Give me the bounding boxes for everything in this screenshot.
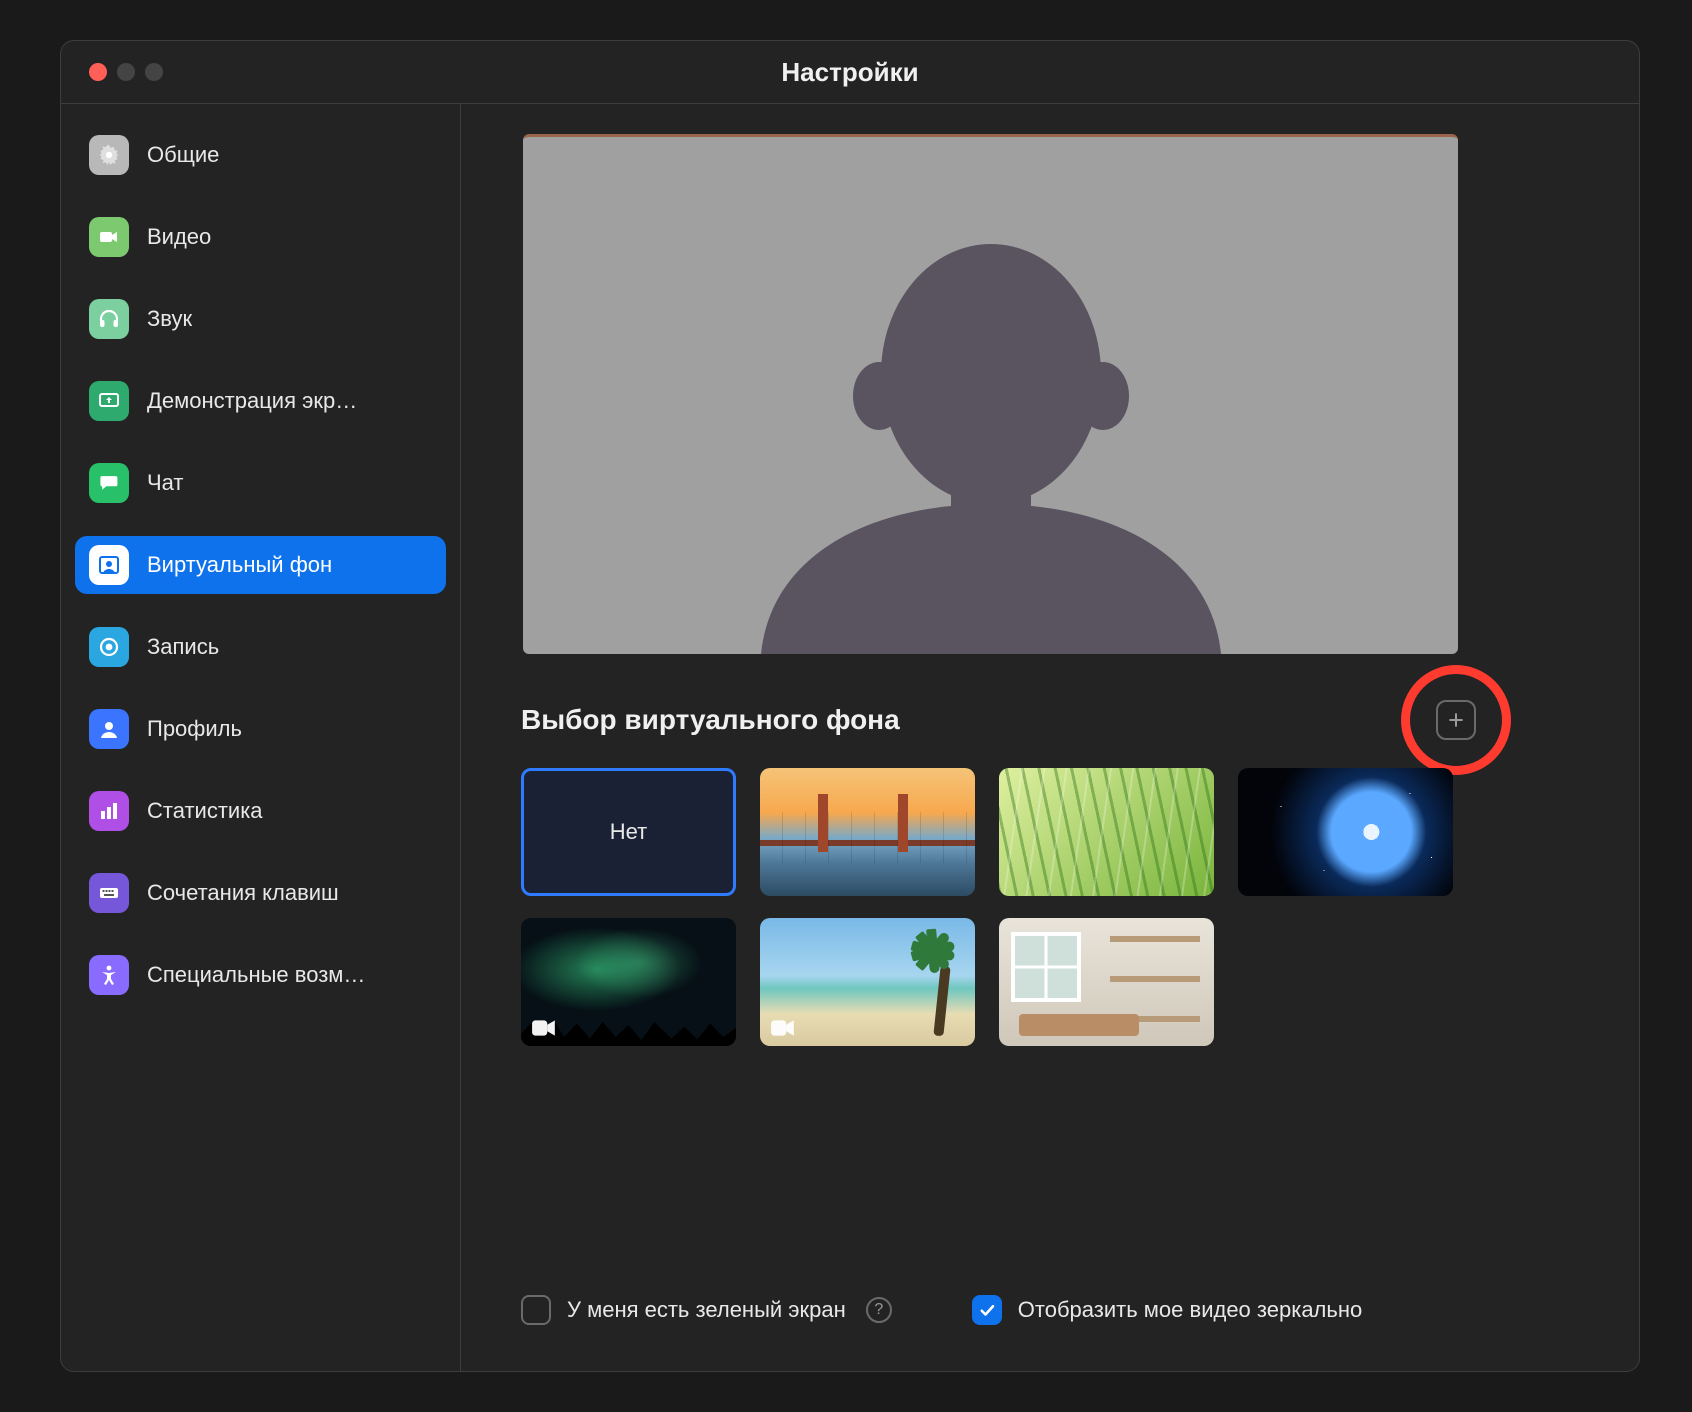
section-title: Выбор виртуального фона	[521, 704, 900, 736]
video-icon	[770, 1018, 796, 1038]
none-label: Нет	[610, 819, 647, 845]
sidebar-item-label: Виртуальный фон	[147, 552, 332, 578]
background-thumbnail	[760, 768, 975, 896]
sidebar-item-label: Звук	[147, 306, 192, 332]
gear-icon	[89, 135, 129, 175]
mirror-label: Отобразить мое видео зеркально	[1018, 1297, 1362, 1323]
settings-sidebar: Общие Видео Звук Демонстрация экр… Чат Виртуа…	[61, 104, 461, 1371]
screen-share-icon	[89, 381, 129, 421]
sidebar-item-accessibility[interactable]: Специальные возм…	[75, 946, 446, 1004]
background-option-earth[interactable]	[1238, 768, 1453, 896]
sidebar-item-label: Демонстрация экр…	[147, 388, 357, 414]
sidebar-item-label: Общие	[147, 142, 219, 168]
settings-content: Выбор виртуального фона Нет У меня есть …	[461, 104, 1639, 1371]
mirror-option[interactable]: Отобразить мое видео зеркально	[972, 1295, 1362, 1325]
settings-window: Настройки Общие Видео Звук Демонстрация экр…	[60, 40, 1640, 1372]
background-option-room[interactable]	[999, 918, 1214, 1046]
help-icon[interactable]: ?	[866, 1297, 892, 1323]
options-row: У меня есть зеленый экран ? Отобразить м…	[521, 1295, 1362, 1325]
virtual-bg-icon	[89, 545, 129, 585]
sidebar-item-label: Профиль	[147, 716, 242, 742]
window-zoom-button[interactable]	[145, 63, 163, 81]
video-icon	[89, 217, 129, 257]
plus-icon	[1446, 710, 1466, 730]
green-screen-label: У меня есть зеленый экран	[567, 1297, 846, 1323]
green-screen-checkbox[interactable]	[521, 1295, 551, 1325]
sidebar-item-recording[interactable]: Запись	[75, 618, 446, 676]
background-option-none[interactable]: Нет	[521, 768, 736, 896]
background-thumbnail	[999, 768, 1214, 896]
sidebar-item-vbg[interactable]: Виртуальный фон	[75, 536, 446, 594]
sidebar-item-label: Чат	[147, 470, 184, 496]
stats-icon	[89, 791, 129, 831]
sidebar-item-label: Сочетания клавиш	[147, 880, 339, 906]
profile-icon	[89, 709, 129, 749]
headphones-icon	[89, 299, 129, 339]
sidebar-item-label: Статистика	[147, 798, 263, 824]
sidebar-item-label: Запись	[147, 634, 219, 660]
background-option-grass[interactable]	[999, 768, 1214, 896]
titlebar: Настройки	[61, 41, 1639, 103]
sidebar-item-shortcuts[interactable]: Сочетания клавиш	[75, 864, 446, 922]
sidebar-item-chat[interactable]: Чат	[75, 454, 446, 512]
sidebar-item-audio[interactable]: Звук	[75, 290, 446, 348]
sidebar-item-label: Специальные возм…	[147, 962, 365, 988]
add-background-button[interactable]	[1436, 700, 1476, 740]
background-option-bridge[interactable]	[760, 768, 975, 896]
window-minimize-button[interactable]	[117, 63, 135, 81]
sidebar-item-general[interactable]: Общие	[75, 126, 446, 184]
mirror-checkbox[interactable]	[972, 1295, 1002, 1325]
record-icon	[89, 627, 129, 667]
sidebar-item-stats[interactable]: Статистика	[75, 782, 446, 840]
avatar-silhouette	[711, 224, 1271, 654]
window-close-button[interactable]	[89, 63, 107, 81]
sidebar-item-video[interactable]: Видео	[75, 208, 446, 266]
background-thumbnail	[999, 918, 1214, 1046]
background-grid: Нет	[521, 768, 1579, 1046]
window-title: Настройки	[781, 57, 918, 88]
background-thumbnail	[1238, 768, 1453, 896]
sidebar-item-share[interactable]: Демонстрация экр…	[75, 372, 446, 430]
accessibility-icon	[89, 955, 129, 995]
sidebar-item-label: Видео	[147, 224, 211, 250]
background-option-beach[interactable]	[760, 918, 975, 1046]
background-option-aurora[interactable]	[521, 918, 736, 1046]
keyboard-icon	[89, 873, 129, 913]
sidebar-item-profile[interactable]: Профиль	[75, 700, 446, 758]
chat-icon	[89, 463, 129, 503]
green-screen-option[interactable]: У меня есть зеленый экран ?	[521, 1295, 892, 1325]
window-controls	[89, 63, 163, 81]
video-icon	[531, 1018, 557, 1038]
video-preview	[523, 134, 1458, 654]
